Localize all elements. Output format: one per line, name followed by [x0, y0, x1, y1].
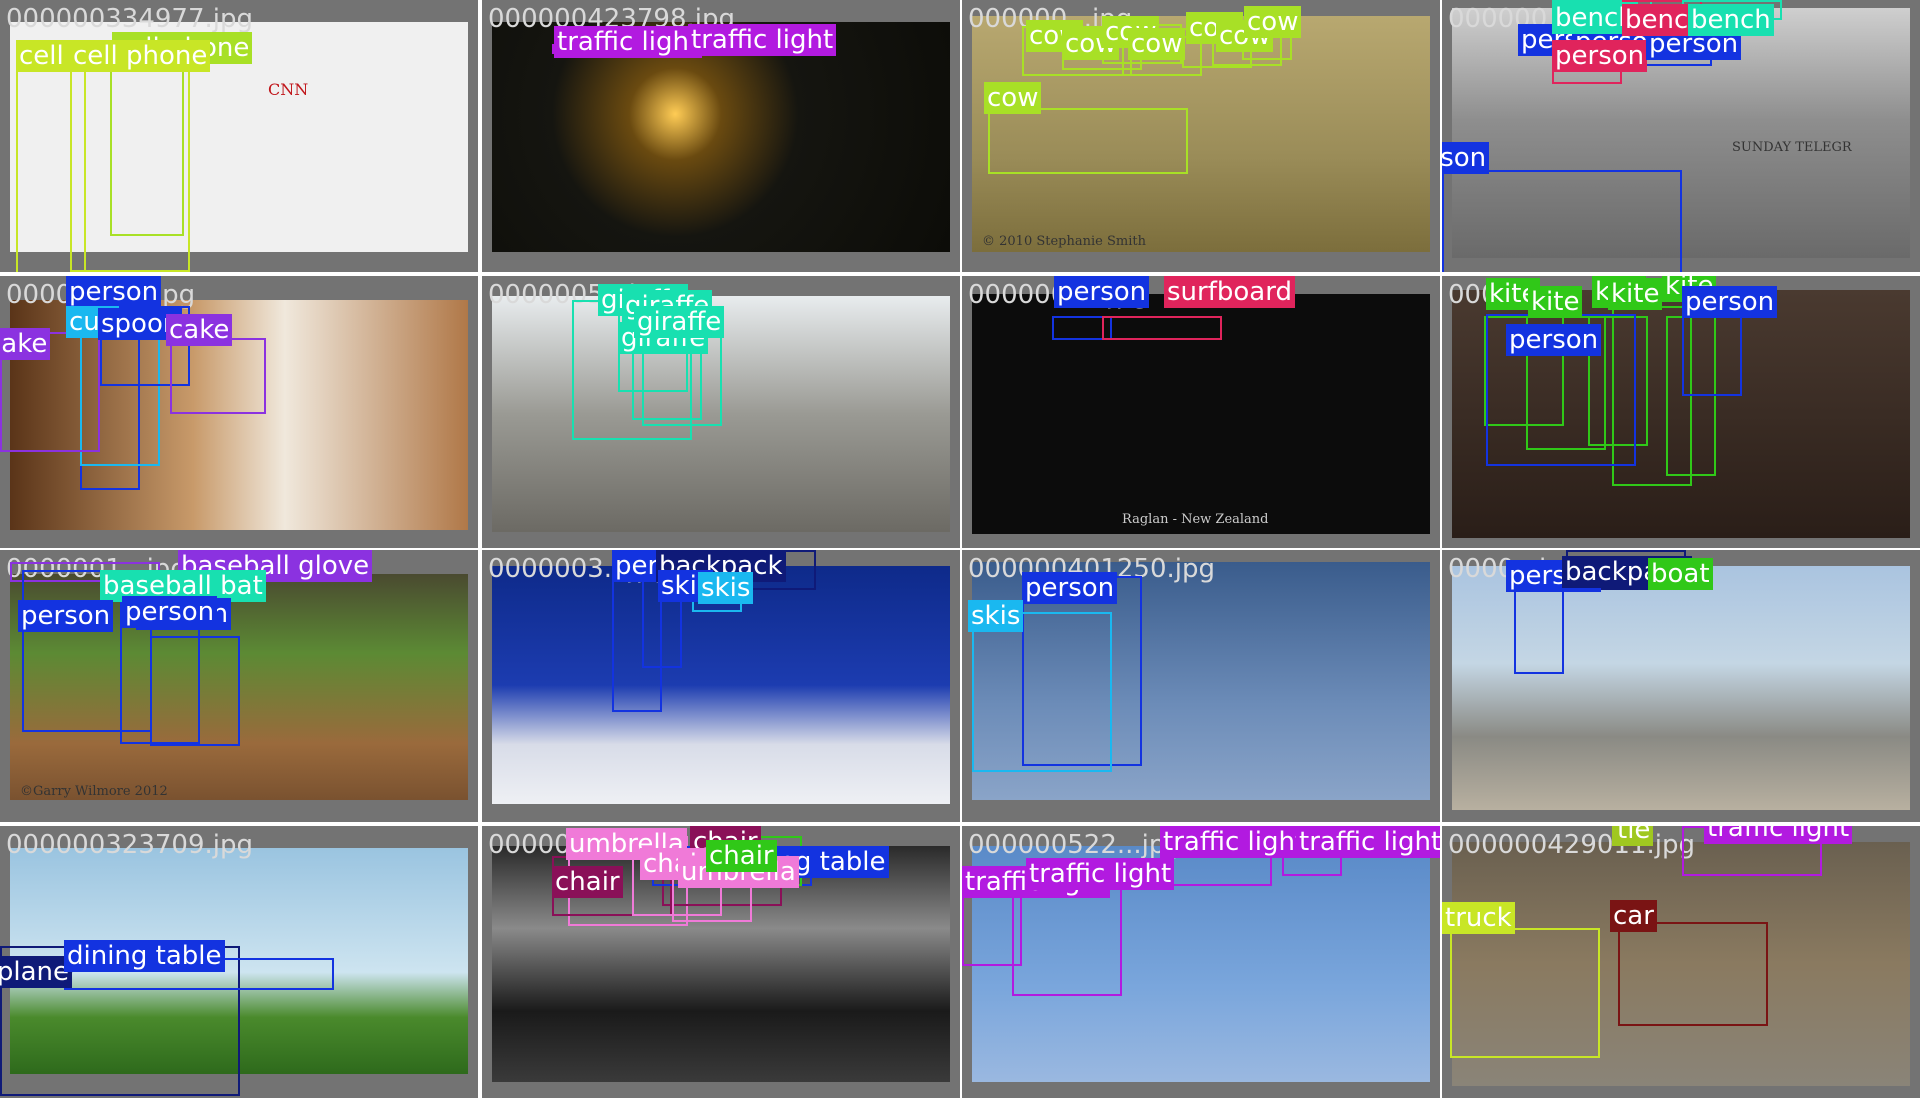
bounding-box	[1442, 170, 1682, 272]
detection-label: cell phone	[70, 40, 211, 72]
photo-caption: © 2010 Stephanie Smith	[982, 234, 1146, 249]
photo-caption: ©Garry Wilmore 2012	[20, 784, 168, 799]
image-cell: CNN000000334977.jpgcell phonecell phonec…	[0, 0, 478, 272]
detection-label: car	[1610, 900, 1657, 932]
detection-label: traffic light	[688, 24, 837, 56]
image-cell: 000000522...jpgtraffic lighttraffic ligh…	[962, 826, 1440, 1098]
bounding-box	[1682, 316, 1742, 396]
detection-label: traffic light	[1704, 826, 1853, 844]
detection-label: traffic light	[1296, 826, 1440, 858]
detection-label: skis	[698, 572, 754, 604]
detection-label: traffic light	[1026, 858, 1175, 890]
detection-label: dining table	[64, 940, 225, 972]
detection-label: traffic light	[1160, 826, 1309, 858]
detection-label: boat	[1648, 558, 1713, 590]
image-cell: 0000...285.jpgpersoncupspooncakecake	[0, 276, 478, 548]
bounding-box	[988, 108, 1188, 174]
detection-label: tie	[1614, 826, 1654, 846]
bounding-box	[972, 612, 1112, 772]
detection-label: person	[1682, 286, 1778, 318]
bounding-box	[170, 338, 266, 414]
image-cell: 0000003...jpgpersonbackpackskisskis	[482, 550, 960, 822]
bounding-box	[1102, 316, 1222, 340]
image-cell: SUNDAY TELEGR000000...jpgpersonpersonper…	[1442, 0, 1920, 272]
image-cell: Raglan - New Zealand0000000...jpgpersons…	[962, 276, 1440, 548]
photo-caption: CNN	[268, 80, 309, 99]
detection-label: person	[1022, 572, 1118, 604]
image-filename: 000000429011.jpg	[1448, 830, 1695, 860]
detection-label: cow	[1128, 28, 1186, 60]
image-cell: 000000423798.jpg traffic light traffic lig…	[482, 0, 960, 272]
image-cell: © 2010 Stephanie Smith 000000...jpg cow cow…	[962, 0, 1440, 272]
photo-caption: Raglan - New Zealand	[1122, 512, 1269, 527]
bounding-box	[70, 40, 190, 272]
detection-label: cow	[984, 82, 1042, 114]
detection-label: person	[1054, 276, 1150, 308]
detection-label: kite	[1608, 278, 1663, 310]
detection-label: bench	[1688, 4, 1774, 36]
detection-grid: CNN000000334977.jpgcell phonecell phonec…	[0, 0, 1920, 1100]
detection-label: airplane	[0, 956, 72, 988]
detection-label: giraffe	[634, 306, 725, 338]
image-cell: 00000...jpgumbrellachairchairchairdining…	[482, 826, 960, 1098]
detection-label: person	[18, 600, 114, 632]
image-cell: WORLD000000323709.jpgairplanedining tabl…	[0, 826, 478, 1098]
image-cell: 000000429011.jpg tie traffic light truck car	[1442, 826, 1920, 1098]
detection-label: chair	[706, 840, 777, 872]
image-filename: 000000334977.jpg	[6, 4, 253, 34]
detection-label: person	[1552, 40, 1648, 72]
image-cell: 0000...jpgpersonbackpackboat	[1442, 550, 1920, 822]
image-cell: ©Garry Wilmore 2012 0000001...jpg baseball…	[0, 550, 478, 822]
detection-label: traffic light	[554, 26, 703, 58]
detection-label: chair	[552, 866, 623, 898]
image-cell: 0000005...jpggiraffegiraffegiraffegiraff…	[482, 276, 960, 548]
bounding-box	[1618, 922, 1768, 1026]
detection-label: cow	[1244, 6, 1302, 38]
bounding-box	[150, 636, 240, 746]
detection-label: person	[1442, 142, 1490, 174]
detection-label: truck	[1442, 902, 1515, 934]
detection-label: cake	[166, 314, 233, 346]
image-cell: 000000401250.jpg person skis	[962, 550, 1440, 822]
detection-label: person	[66, 276, 162, 308]
detection-label: cake	[0, 328, 51, 360]
detection-label: person	[1506, 324, 1602, 356]
detection-label: person	[122, 596, 218, 628]
photo-caption: SUNDAY TELEGR	[1732, 140, 1852, 155]
image-cell: 000...jpgkitekitekitekitekitepersonperso…	[1442, 276, 1920, 548]
image-filename: 000000323709.jpg	[6, 830, 253, 860]
image-filename: 000000522...jpg	[968, 830, 1182, 860]
detection-label: surfboard	[1164, 276, 1295, 308]
bounding-box	[1450, 928, 1600, 1058]
detection-label: skis	[968, 600, 1024, 632]
detection-label: kite	[1528, 286, 1583, 318]
